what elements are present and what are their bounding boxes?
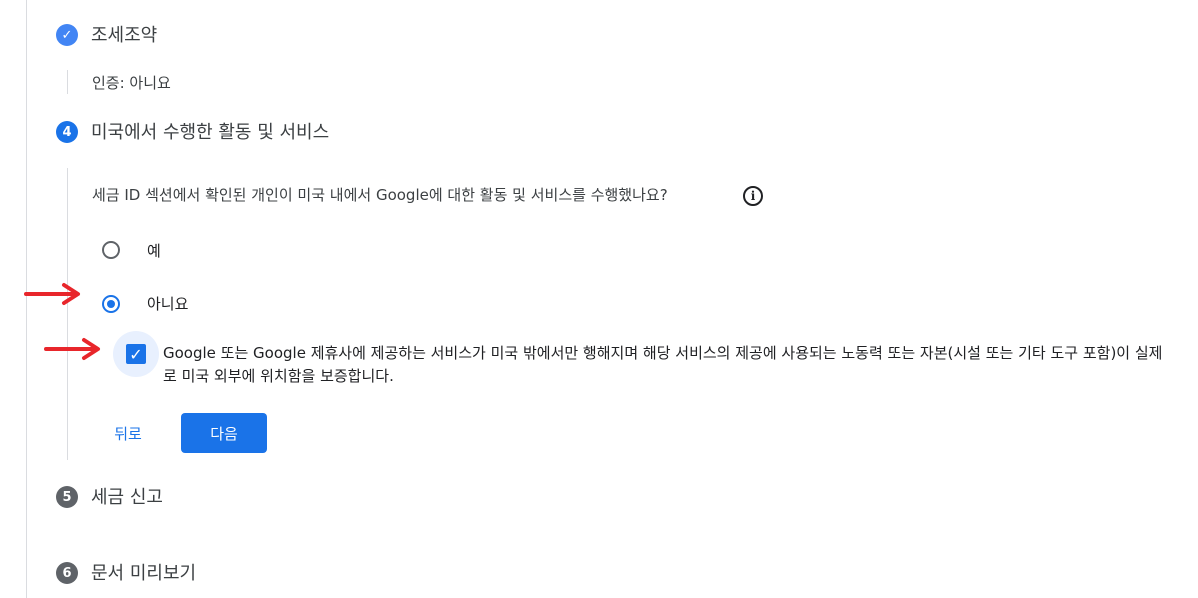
stepper-card bbox=[26, 0, 1198, 598]
radio-no[interactable] bbox=[102, 295, 120, 313]
confirmation-text[interactable]: Google 또는 Google 제휴사에 제공하는 서비스가 미국 밖에서만 … bbox=[163, 342, 1163, 388]
step-number-5: 5 bbox=[56, 486, 78, 508]
step-rail-terms bbox=[67, 70, 68, 94]
radio-selected-dot bbox=[107, 300, 115, 308]
step-title-tax-report[interactable]: 세금 신고 bbox=[91, 483, 163, 509]
step-number-4: 4 bbox=[56, 121, 78, 143]
step-summary-terms: 인증: 아니요 bbox=[92, 74, 171, 92]
next-button[interactable]: 다음 bbox=[181, 413, 267, 453]
back-button[interactable]: 뒤로 bbox=[100, 413, 156, 453]
step-title-preview[interactable]: 문서 미리보기 bbox=[91, 559, 196, 585]
radio-no-label[interactable]: 아니요 bbox=[147, 293, 188, 314]
step-number-6: 6 bbox=[56, 562, 78, 584]
activities-question: 세금 ID 섹션에서 확인된 개인이 미국 내에서 Google에 대한 활동 … bbox=[92, 186, 668, 204]
step-title-terms[interactable]: 조세조약 bbox=[91, 21, 157, 47]
step-title-activities: 미국에서 수행한 활동 및 서비스 bbox=[91, 122, 330, 143]
annotation-arrow-checkbox-icon bbox=[44, 338, 100, 360]
annotation-arrow-radio-icon bbox=[24, 283, 80, 305]
check-circle-icon: ✓ bbox=[56, 24, 78, 46]
info-icon[interactable]: i bbox=[743, 186, 763, 206]
radio-yes[interactable] bbox=[102, 241, 120, 259]
confirmation-checkbox[interactable]: ✓ bbox=[126, 344, 146, 364]
radio-yes-label[interactable]: 예 bbox=[147, 240, 161, 261]
checkmark-icon: ✓ bbox=[129, 344, 143, 364]
step-rail-activities bbox=[67, 168, 68, 460]
